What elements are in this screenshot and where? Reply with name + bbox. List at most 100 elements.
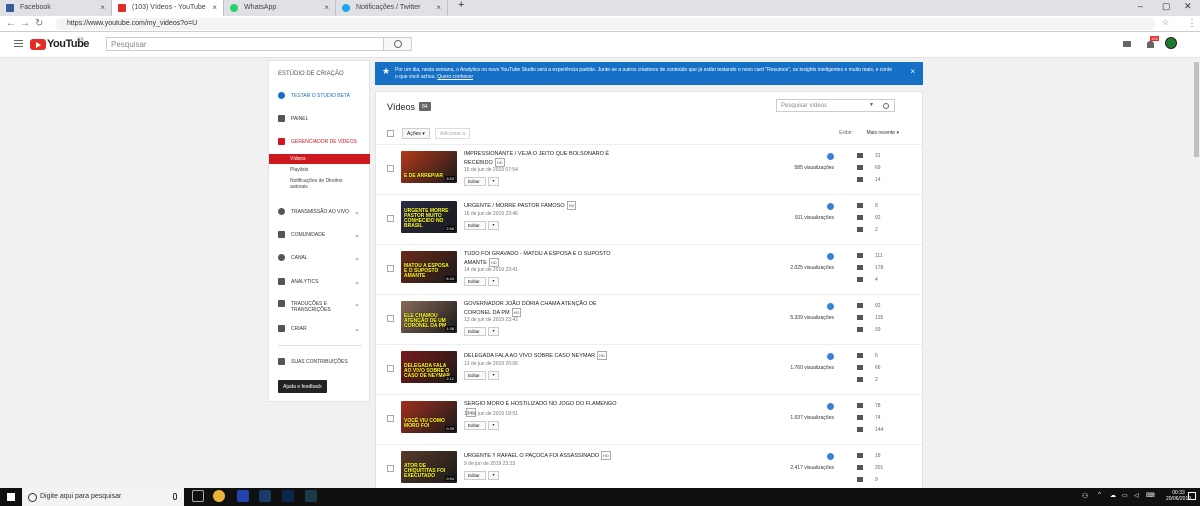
lightroom-icon[interactable]	[305, 490, 317, 502]
cloud-icon[interactable]: ☁	[1110, 492, 1116, 499]
close-icon[interactable]: ×	[910, 68, 915, 76]
tab-whatsapp[interactable]: WhatsApp ×	[224, 0, 336, 16]
edit-dropdown-button[interactable]: ▾	[488, 327, 499, 336]
likes-stat[interactable]: 135	[857, 315, 887, 322]
dislikes-stat[interactable]: 9	[857, 477, 887, 484]
comments-stat[interactable]: 111	[857, 253, 887, 260]
edit-button[interactable]: Editar	[464, 327, 486, 336]
windows-start-icon[interactable]	[7, 493, 15, 501]
row-checkbox[interactable]	[387, 465, 394, 472]
forward-icon[interactable]: →	[20, 18, 30, 29]
edit-dropdown-button[interactable]: ▾	[488, 277, 499, 286]
comments-stat[interactable]: 92	[857, 303, 887, 310]
video-title[interactable]: GOVERNADOR JOÃO DÓRIA CHAMA ATENÇÃO DE C…	[464, 301, 624, 317]
video-title[interactable]: URGENTE / MORRE PASTOR FAMOSO HD	[464, 201, 624, 210]
edit-dropdown-button[interactable]: ▾	[488, 221, 499, 230]
tab-twitter[interactable]: Notificações / Twitter ×	[336, 0, 448, 16]
table-row[interactable]: E DE ARREPIAR 3:53 IMPRESSIONANTE / VEJA O…	[376, 144, 922, 194]
edit-button[interactable]: Editar	[464, 277, 486, 286]
sidebar-subitem-copyright[interactable]: Notificações de Direitos autorais	[290, 178, 360, 190]
table-row[interactable]: ELE CHAMOU ATENÇÃO DE UM CORONEL DA PM 1:…	[376, 294, 922, 344]
bookmark-star-icon[interactable]: ☆	[1162, 18, 1169, 27]
network-icon[interactable]: ▭	[1122, 492, 1128, 499]
banner-link[interactable]: Quero conhecer	[437, 74, 473, 80]
minimize-icon[interactable]: –	[1138, 1, 1143, 11]
edit-dropdown-button[interactable]: ▾	[488, 371, 499, 380]
video-thumbnail[interactable]: ELE CHAMOU ATENÇÃO DE UM CORONEL DA PM 1:…	[401, 301, 457, 333]
dislikes-stat[interactable]: 4	[857, 277, 887, 284]
photoshop-icon[interactable]	[282, 490, 294, 502]
video-title[interactable]: IMPRESSIONANTE / VEJA O JEITO QUE BOLSON…	[464, 151, 624, 167]
likes-stat[interactable]: 178	[857, 265, 887, 272]
edit-button[interactable]: Editar	[464, 421, 486, 430]
sidebar-subitem-videos[interactable]: Vídeos	[269, 154, 370, 164]
video-thumbnail[interactable]: MATOU A ESPOSA E O SUPOSTO AMANTE 6:43	[401, 251, 457, 283]
caret-down-icon[interactable]: ▼	[869, 102, 874, 108]
close-tab-icon[interactable]: ×	[100, 3, 105, 12]
likes-stat[interactable]: 74	[857, 415, 887, 422]
close-tab-icon[interactable]: ×	[436, 3, 441, 12]
table-row[interactable]: VOCÊ VIU COMO MORO FOI 0:39 SERGIO MORO É …	[376, 394, 922, 444]
back-icon[interactable]: ←	[6, 18, 16, 29]
edit-button[interactable]: Editar	[464, 177, 486, 186]
tab-youtube[interactable]: (103) Vídeos - YouTube ×	[112, 0, 224, 16]
row-checkbox[interactable]	[387, 315, 394, 322]
row-checkbox[interactable]	[387, 365, 394, 372]
task-view-icon[interactable]	[192, 490, 204, 502]
video-title[interactable]: URGENTE !! RAFAEL O PAÇOCA FOI ASSASSINA…	[464, 451, 624, 460]
video-title[interactable]: TUDO FOI GRAVADO - MATOU A ESPOSA E O SU…	[464, 251, 624, 267]
vegas-icon[interactable]	[259, 490, 271, 502]
dislikes-stat[interactable]: 144	[857, 427, 887, 434]
row-checkbox[interactable]	[387, 215, 394, 222]
video-thumbnail[interactable]: VOCÊ VIU COMO MORO FOI 0:39	[401, 401, 457, 433]
table-row[interactable]: MATOU A ESPOSA E O SUPOSTO AMANTE 6:43 TUD…	[376, 244, 922, 294]
add-to-button[interactable]: Adicionar a	[435, 128, 471, 139]
youtube-logo-icon[interactable]	[30, 39, 46, 50]
video-thumbnail[interactable]: E DE ARREPIAR 3:53	[401, 151, 457, 183]
close-tab-icon[interactable]: ×	[324, 3, 329, 12]
microphone-icon[interactable]	[173, 493, 177, 500]
edit-dropdown-button[interactable]: ▾	[488, 471, 499, 480]
likes-stat[interactable]: 69	[857, 165, 887, 172]
edit-dropdown-button[interactable]: ▾	[488, 177, 499, 186]
row-checkbox[interactable]	[387, 415, 394, 422]
search-icon[interactable]	[883, 103, 889, 109]
tab-facebook[interactable]: Facebook ×	[0, 0, 112, 16]
sort-dropdown[interactable]: Mais recente ▾	[866, 130, 899, 136]
video-thumbnail[interactable]: URGENTE MORRE PASTOR MUITO CONHECIDO NO …	[401, 201, 457, 233]
close-tab-icon[interactable]: ×	[212, 3, 217, 12]
likes-stat[interactable]: 66	[857, 365, 887, 372]
edit-button[interactable]: Editar	[464, 471, 486, 480]
help-feedback-button[interactable]: Ajuda e feedback	[278, 380, 327, 393]
reload-icon[interactable]: ↻	[35, 18, 43, 29]
avatar[interactable]	[1165, 37, 1177, 49]
chrome-icon[interactable]	[213, 490, 225, 502]
upload-video-icon[interactable]	[1123, 41, 1131, 47]
table-row[interactable]: DELEGADA FALA AO VIVO SOBRE O CASO DE NE…	[376, 344, 922, 394]
notifications-icon[interactable]	[1188, 492, 1196, 500]
comments-stat[interactable]: 6	[857, 353, 887, 360]
hamburger-menu-icon[interactable]	[14, 40, 23, 47]
people-icon[interactable]: ⚇	[1082, 492, 1088, 500]
app-icon[interactable]	[237, 490, 249, 502]
comments-stat[interactable]: 18	[857, 453, 887, 460]
taskbar-search-input[interactable]: Digite aqui para pesquisar	[22, 488, 184, 506]
search-input[interactable]: Pesquisar	[106, 37, 384, 51]
search-button[interactable]	[384, 37, 412, 51]
video-thumbnail[interactable]: ATOR DE CHIQUITITAS FOI EXECUTADO 0:54	[401, 451, 457, 483]
edit-button[interactable]: Editar	[464, 371, 486, 380]
actions-dropdown[interactable]: Ações ▾	[402, 128, 430, 139]
row-checkbox[interactable]	[387, 265, 394, 272]
menu-dots-icon[interactable]: ⋮	[1187, 18, 1197, 29]
comments-stat[interactable]: 8	[857, 203, 887, 210]
keyboard-icon[interactable]: ⌨	[1146, 492, 1155, 499]
select-all-checkbox[interactable]	[387, 130, 394, 137]
tray-chevron-icon[interactable]: ^	[1098, 492, 1101, 498]
dislikes-stat[interactable]: 14	[857, 177, 887, 184]
url-input[interactable]: https://www.youtube.com/my_videos?o=U	[55, 18, 1155, 30]
video-title[interactable]: DELEGADA FALA AO VIVO SOBRE CASO NEYMAR H…	[464, 351, 624, 360]
dislikes-stat[interactable]: 2	[857, 377, 887, 384]
volume-icon[interactable]: ◁	[1134, 492, 1139, 499]
bell-icon[interactable]	[1147, 41, 1154, 48]
scrollbar-thumb[interactable]	[1194, 62, 1199, 157]
